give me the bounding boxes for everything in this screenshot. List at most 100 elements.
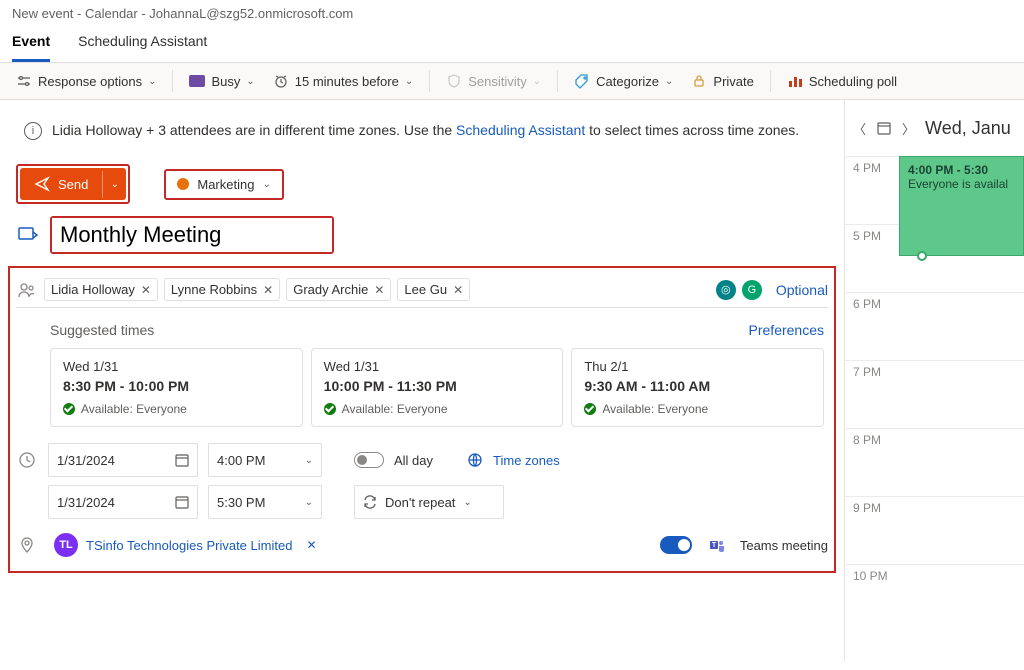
card-time: 10:00 PM - 11:30 PM	[324, 378, 551, 394]
tab-event[interactable]: Event	[12, 27, 50, 62]
start-time-input[interactable]: 4:00 PM ⌄	[208, 443, 322, 477]
suggested-times-label: Suggested times	[50, 322, 154, 338]
remove-attendee-icon[interactable]: ✕	[263, 283, 273, 297]
suggested-time-card[interactable]: Thu 2/1 9:30 AM - 11:00 AM Available: Ev…	[571, 348, 824, 427]
globe-icon	[467, 452, 483, 468]
people-icon	[16, 279, 38, 301]
card-avail: Available: Everyone	[342, 402, 448, 416]
start-date-value: 1/31/2024	[57, 453, 115, 468]
chevron-down-icon: ⌄	[665, 76, 673, 87]
location-avatar: TL	[54, 533, 78, 557]
end-date-input[interactable]: 1/31/2024	[48, 485, 198, 519]
time-zones-link[interactable]: Time zones	[493, 453, 560, 468]
hour-label: 6 PM	[853, 297, 881, 311]
teams-meeting-label: Teams meeting	[740, 538, 828, 553]
teams-meeting-toggle[interactable]	[660, 536, 692, 554]
attendee-chip[interactable]: Grady Archie✕	[286, 278, 391, 301]
tab-scheduling-assistant[interactable]: Scheduling Assistant	[78, 27, 207, 62]
grammarly-icon[interactable]: ◎	[716, 280, 736, 300]
remove-attendee-icon[interactable]: ✕	[374, 283, 384, 297]
teams-icon: T	[708, 536, 726, 554]
prev-day-button[interactable]: 〈	[853, 119, 866, 138]
categorize-button[interactable]: Categorize ⌄	[568, 69, 679, 93]
optional-attendees-button[interactable]: Optional	[776, 282, 828, 298]
attendee-chip[interactable]: Lidia Holloway ✕	[44, 278, 158, 301]
recurrence-dropdown[interactable]: Don't repeat ⌄	[354, 485, 504, 519]
attendee-name: Lee Gu	[404, 282, 447, 297]
all-day-toggle[interactable]	[354, 452, 384, 468]
attendee-name: Lidia Holloway	[51, 282, 135, 297]
card-date: Thu 2/1	[584, 359, 811, 374]
category-color-icon	[177, 178, 189, 190]
location-icon	[16, 534, 38, 556]
remove-attendee-icon[interactable]: ✕	[141, 283, 151, 297]
divider	[557, 70, 558, 92]
sliders-icon	[16, 73, 32, 89]
private-button[interactable]: Private	[685, 69, 759, 93]
jump-to-date-icon[interactable]	[876, 120, 892, 136]
sensitivity-button[interactable]: Sensitivity ⌄	[440, 69, 547, 93]
send-main[interactable]: Send	[20, 168, 102, 200]
timezone-info-bar: i Lidia Holloway + 3 attendees are in di…	[8, 110, 836, 150]
suggested-time-card[interactable]: Wed 1/31 8:30 PM - 10:00 PM Available: E…	[50, 348, 303, 427]
chevron-down-icon: ⌄	[463, 497, 471, 508]
scheduling-assistant-link[interactable]: Scheduling Assistant	[456, 122, 585, 138]
send-split-button[interactable]: ⌄	[102, 171, 126, 198]
response-options-button[interactable]: Response options ⌄	[10, 69, 162, 93]
calendar-icon	[175, 495, 189, 509]
end-time-value: 5:30 PM	[217, 495, 265, 510]
start-time-value: 4:00 PM	[217, 453, 265, 468]
card-time: 8:30 PM - 10:00 PM	[63, 378, 290, 394]
shield-icon	[446, 73, 462, 89]
show-as-button[interactable]: Busy ⌄	[183, 69, 260, 93]
check-icon	[584, 403, 596, 415]
spacer	[16, 491, 38, 513]
hour-label: 4 PM	[853, 161, 881, 175]
repeat-icon	[363, 495, 377, 509]
calendar-event-block[interactable]: 4:00 PM - 5:30 Everyone is availal	[899, 156, 1024, 256]
hour-label: 10 PM	[853, 569, 888, 583]
hour-grid[interactable]: 4 PM 5 PM 6 PM 7 PM 8 PM 9 PM 10 PM 4:00…	[845, 156, 1024, 632]
clock-icon	[16, 449, 38, 471]
grammarly-g-icon[interactable]: G	[742, 280, 762, 300]
chevron-down-icon: ⌄	[148, 76, 156, 87]
location-chip[interactable]: TL TSinfo Technologies Private Limited ✕	[48, 529, 323, 561]
recurrence-value: Don't repeat	[385, 495, 455, 510]
send-button[interactable]: Send ⌄	[20, 168, 126, 200]
divider	[429, 70, 430, 92]
info-text-1: Lidia Holloway + 3 attendees are in diff…	[52, 122, 456, 138]
info-text: Lidia Holloway + 3 attendees are in diff…	[52, 120, 799, 140]
calendar-icon	[175, 453, 189, 467]
suggested-time-card[interactable]: Wed 1/31 10:00 PM - 11:30 PM Available: …	[311, 348, 564, 427]
next-day-button[interactable]: 〉	[902, 119, 915, 138]
remove-location-icon[interactable]: ✕	[306, 538, 316, 552]
start-date-input[interactable]: 1/31/2024	[48, 443, 198, 477]
private-label: Private	[713, 74, 753, 89]
info-icon: i	[24, 122, 42, 140]
calendar-category-picker[interactable]: Marketing ⌄	[167, 172, 280, 197]
event-title-input[interactable]	[52, 218, 332, 252]
resize-handle[interactable]	[917, 251, 927, 261]
event-avail-label: Everyone is availal	[908, 177, 1015, 191]
send-label: Send	[58, 177, 88, 192]
show-as-label: Busy	[211, 74, 240, 89]
chevron-down-icon: ⌄	[305, 497, 313, 508]
window-title: New event - Calendar - JohannaL@szg52.on…	[0, 0, 1024, 27]
chevron-down-icon: ⌄	[111, 179, 119, 190]
remove-attendee-icon[interactable]: ✕	[453, 283, 463, 297]
busy-icon	[189, 73, 205, 89]
end-time-input[interactable]: 5:30 PM ⌄	[208, 485, 322, 519]
preferences-link[interactable]: Preferences	[749, 322, 824, 338]
chevron-down-icon: ⌄	[533, 76, 541, 87]
reminder-button[interactable]: 15 minutes before ⌄	[267, 69, 419, 93]
category-label: Marketing	[197, 177, 254, 192]
scheduling-poll-button[interactable]: Scheduling poll	[781, 69, 903, 93]
card-avail: Available: Everyone	[602, 402, 708, 416]
toolbar: Response options ⌄ Busy ⌄ 15 minutes bef…	[0, 63, 1024, 100]
sensitivity-label: Sensitivity	[468, 74, 527, 89]
attendee-chip[interactable]: Lynne Robbins✕	[164, 278, 280, 301]
divider	[770, 70, 771, 92]
attendee-chip[interactable]: Lee Gu ✕	[397, 278, 470, 301]
response-options-label: Response options	[38, 74, 142, 89]
event-time-label: 4:00 PM - 5:30	[908, 163, 1015, 177]
